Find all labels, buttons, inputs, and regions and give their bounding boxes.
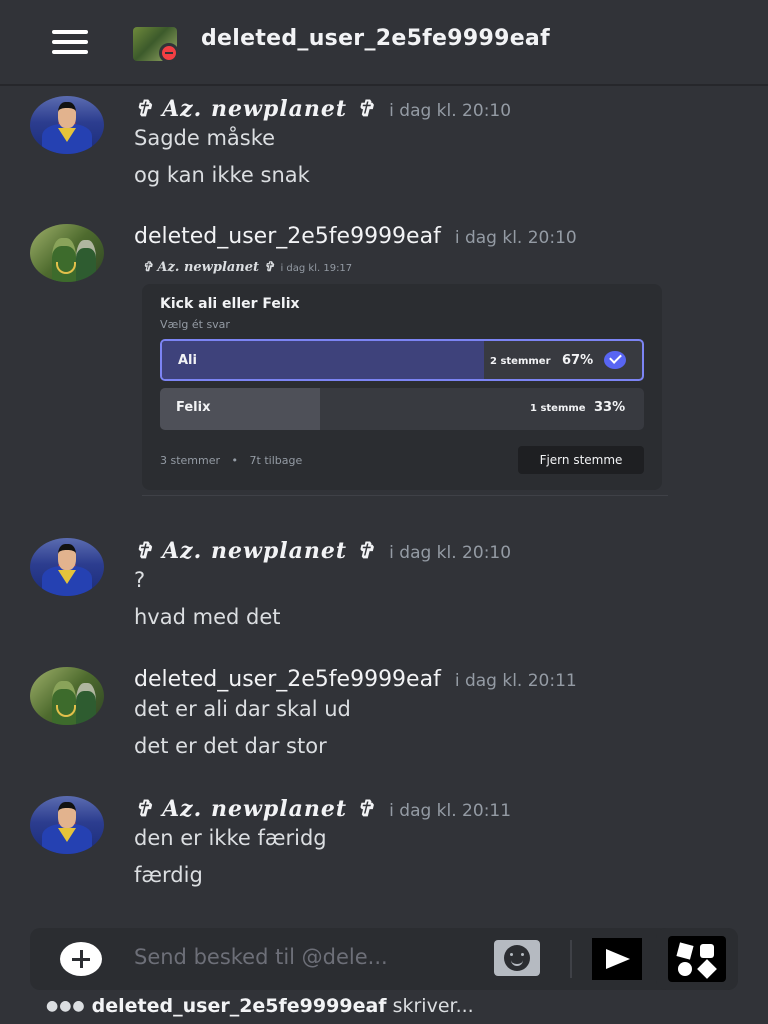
divider <box>142 495 668 496</box>
divider <box>570 940 572 978</box>
poll-option-fill <box>162 341 484 379</box>
poll-option-percent: 33% <box>594 400 626 415</box>
message-text: og kan ikke snak <box>134 163 310 187</box>
poll-card: Kick ali eller Felix Vælg ét svar Ali 2 … <box>142 284 662 490</box>
message-composer: Send besked til @dele... <box>30 928 738 990</box>
poll-option-label: Felix <box>176 400 211 415</box>
typing-dots-icon: ●●● <box>46 998 86 1014</box>
hamburger-icon[interactable] <box>52 30 88 56</box>
avatar[interactable] <box>30 796 104 854</box>
avatar[interactable] <box>30 224 104 282</box>
message-text: hvad med det <box>134 605 281 629</box>
typing-indicator: ●●● deleted_user_2e5fe9999eaf skriver... <box>46 995 474 1017</box>
message-timestamp: i dag kl. 20:11 <box>389 801 512 821</box>
author-name[interactable]: ✞ 𝑨𝒛. 𝒏𝒆𝒘𝒑𝒍𝒂𝒏𝒆𝒕 ✞ <box>134 538 375 564</box>
message-author[interactable]: deleted_user_2e5fe9999eaf i dag kl. 20:11 <box>134 667 577 692</box>
message-text: Sagde måske <box>134 126 276 150</box>
message-text: ? <box>134 568 146 592</box>
typing-user: deleted_user_2e5fe9999eaf <box>91 995 387 1017</box>
message-text: færdig <box>134 863 203 887</box>
channel-title[interactable]: deleted_user_2e5fe9999eaf <box>201 26 550 51</box>
poll-time-left: 7t tilbage <box>249 454 303 467</box>
header-avatar[interactable] <box>133 27 179 63</box>
poll-option-votes: 1 stemme <box>530 403 586 414</box>
reply-reference[interactable]: ✞ 𝑨𝒛. 𝒏𝒆𝒘𝒑𝒍𝒂𝒏𝒆𝒕 ✞ i dag kl. 19:17 <box>142 260 352 275</box>
avatar[interactable] <box>30 96 104 154</box>
reply-author[interactable]: ✞ 𝑨𝒛. 𝒏𝒆𝒘𝒑𝒍𝒂𝒏𝒆𝒕 ✞ <box>142 260 274 275</box>
author-name[interactable]: ✞ 𝑨𝒛. 𝒏𝒆𝒘𝒑𝒍𝒂𝒏𝒆𝒕 ✞ <box>134 96 375 122</box>
typing-suffix: skriver... <box>392 995 474 1017</box>
poll-subtitle: Vælg ét svar <box>160 318 230 331</box>
message-text: det er det dar stor <box>134 734 327 758</box>
message-author[interactable]: ✞ 𝑨𝒛. 𝒏𝒆𝒘𝒑𝒍𝒂𝒏𝒆𝒕 ✞ i dag kl. 20:10 <box>134 538 511 564</box>
smiley-icon <box>504 945 530 971</box>
message-author[interactable]: ✞ 𝑨𝒛. 𝒏𝒆𝒘𝒑𝒍𝒂𝒏𝒆𝒕 ✞ i dag kl. 20:11 <box>134 796 511 822</box>
author-name[interactable]: deleted_user_2e5fe9999eaf <box>134 667 441 692</box>
poll-footer: 3 stemmer • 7t tilbage <box>160 454 302 467</box>
author-name[interactable]: deleted_user_2e5fe9999eaf <box>134 224 441 249</box>
message-text: den er ikke færidg <box>134 826 327 850</box>
poll-option-percent: 67% <box>562 353 594 368</box>
remove-vote-button[interactable]: Fjern stemme <box>518 446 644 474</box>
message-text: det er ali dar skal ud <box>134 697 351 721</box>
dnd-status-icon <box>159 43 179 63</box>
emoji-button[interactable] <box>494 940 540 976</box>
avatar[interactable] <box>30 667 104 725</box>
poll-option-votes: 2 stemmer <box>490 356 551 367</box>
checkmark-icon <box>604 351 626 369</box>
poll-footer-separator: • <box>231 454 239 467</box>
reply-timestamp: i dag kl. 19:17 <box>280 263 353 274</box>
message-author[interactable]: deleted_user_2e5fe9999eaf i dag kl. 20:10 <box>134 224 577 249</box>
message-timestamp: i dag kl. 20:10 <box>389 543 512 563</box>
message-timestamp: i dag kl. 20:10 <box>454 228 577 248</box>
apps-icon[interactable] <box>668 936 726 982</box>
author-name[interactable]: ✞ 𝑨𝒛. 𝒏𝒆𝒘𝒑𝒍𝒂𝒏𝒆𝒕 ✞ <box>134 796 375 822</box>
apps-container <box>656 928 738 990</box>
poll-total-votes[interactable]: 3 stemmer <box>160 454 220 467</box>
message-timestamp: i dag kl. 20:11 <box>454 671 577 691</box>
poll-option-ali[interactable]: Ali 2 stemmer 67% <box>160 339 644 381</box>
message-author[interactable]: ✞ 𝑨𝒛. 𝒏𝒆𝒘𝒑𝒍𝒂𝒏𝒆𝒕 ✞ i dag kl. 20:10 <box>134 96 511 122</box>
poll-option-label: Ali <box>178 353 197 368</box>
message-input[interactable]: Send besked til @dele... <box>134 945 388 969</box>
send-button[interactable] <box>592 938 642 980</box>
poll-option-felix[interactable]: Felix 1 stemme 33% <box>160 388 644 430</box>
poll-question: Kick ali eller Felix <box>160 296 300 312</box>
channel-header: deleted_user_2e5fe9999eaf <box>0 0 768 86</box>
message-timestamp: i dag kl. 20:10 <box>389 101 512 121</box>
avatar[interactable] <box>30 538 104 596</box>
add-attachment-button[interactable] <box>60 942 102 976</box>
plus-circle-icon <box>60 942 102 976</box>
